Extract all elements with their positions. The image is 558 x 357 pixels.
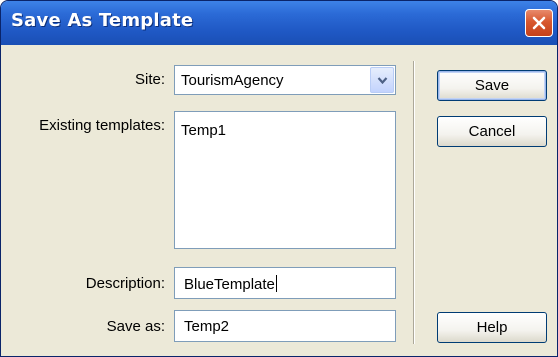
dialog-title: Save As Template [11, 10, 194, 31]
description-value: BlueTemplate [184, 276, 275, 293]
chevron-down-icon [377, 77, 388, 85]
text-caret [275, 275, 277, 292]
save-as-value: Temp2 [184, 318, 230, 335]
save-button[interactable]: Save [437, 70, 547, 101]
help-button[interactable]: Help [437, 312, 547, 343]
close-icon [532, 16, 546, 30]
description-input[interactable]: BlueTemplate [174, 267, 396, 299]
save-as-label: Save as: [106, 318, 165, 335]
site-select-value: TourismAgency [181, 72, 284, 89]
existing-templates-list[interactable]: Temp1 [174, 111, 396, 249]
list-item[interactable]: Temp1 [181, 122, 226, 139]
close-button[interactable] [525, 9, 553, 37]
site-label: Site: [134, 71, 165, 88]
description-label: Description: [85, 275, 165, 292]
existing-templates-label: Existing templates: [39, 117, 165, 134]
vertical-separator [413, 61, 415, 344]
site-dropdown-button[interactable] [370, 67, 394, 93]
site-select[interactable]: TourismAgency [174, 65, 396, 95]
cancel-button[interactable]: Cancel [437, 116, 547, 147]
save-as-input[interactable]: Temp2 [174, 310, 396, 342]
save-as-template-dialog: Save As Template Site: TourismAgency Exi… [0, 0, 558, 357]
title-bar[interactable]: Save As Template [1, 1, 557, 45]
